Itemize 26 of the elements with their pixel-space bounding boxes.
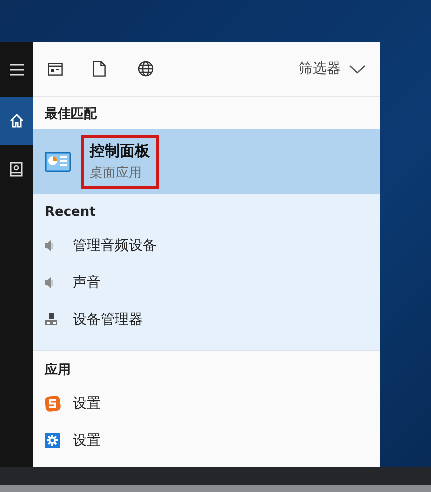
speaker-icon <box>45 240 53 252</box>
best-match-item[interactable]: 控制面板 桌面应用 <box>33 129 380 194</box>
home-icon <box>10 114 24 128</box>
globe-icon[interactable] <box>138 61 154 77</box>
filter-dropdown[interactable]: 筛选器 <box>299 60 366 78</box>
result-item[interactable]: 设置 <box>73 394 101 412</box>
gear-icon <box>45 433 60 448</box>
result-item[interactable]: 设置 <box>73 432 101 450</box>
sidebar-tab[interactable] <box>0 97 33 145</box>
speaker-icon <box>45 276 53 288</box>
app-title: 控制面板 <box>90 142 150 160</box>
chevron-down-icon <box>349 64 366 74</box>
document-icon[interactable] <box>93 61 106 77</box>
device-icon <box>45 313 58 326</box>
section-heading: Recent <box>44 204 97 222</box>
app-type: 桌面应用 <box>90 164 143 182</box>
s-logo-icon <box>45 396 61 412</box>
menu-icon[interactable] <box>10 64 24 76</box>
notebook-icon <box>10 162 23 176</box>
window-icon[interactable] <box>48 62 63 76</box>
control-panel-icon <box>45 152 71 172</box>
result-item[interactable]: 管理音频设备 <box>73 236 157 254</box>
result-item[interactable]: 声音 <box>73 274 101 292</box>
result-item[interactable]: 设备管理器 <box>73 310 143 328</box>
section-heading: 最佳匹配 <box>44 106 98 124</box>
section-heading: 应用 <box>44 362 72 380</box>
